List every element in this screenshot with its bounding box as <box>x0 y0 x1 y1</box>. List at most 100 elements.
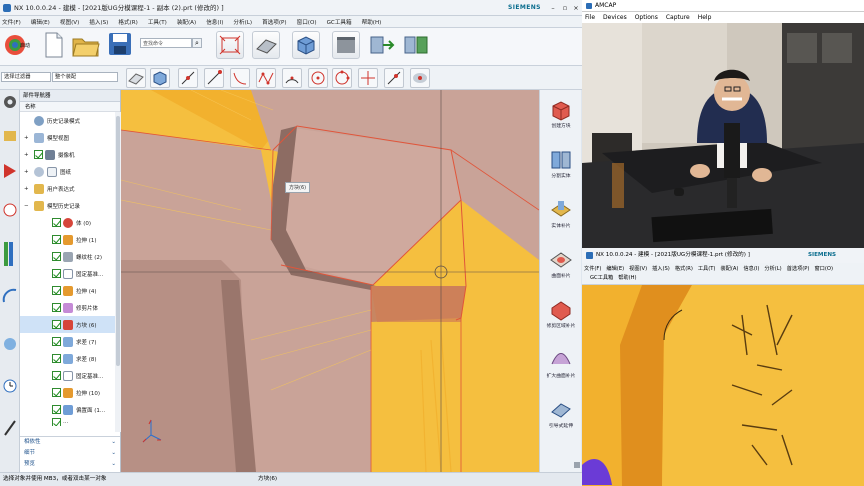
create-block-button[interactable]: 创建方块 <box>542 98 580 130</box>
menu-view[interactable]: 视图(V) <box>60 18 79 26</box>
feature-row[interactable]: 固定基准... <box>20 265 115 282</box>
tree-node-history-mode[interactable]: 历史记录模式 <box>20 112 115 129</box>
feature-row[interactable]: 拉伸 (1) <box>20 231 115 248</box>
clock-icon[interactable] <box>2 376 18 396</box>
feature-row[interactable]: 固定基准... <box>20 367 115 384</box>
expand-plus-icon[interactable]: + <box>24 169 34 175</box>
nx2-menu-help[interactable]: 帮助(H) <box>618 274 636 281</box>
web-browser-icon[interactable] <box>2 286 18 306</box>
point-on-face-snap-icon[interactable] <box>410 68 430 88</box>
feature-checkbox[interactable] <box>52 337 61 346</box>
feature-checkbox[interactable] <box>52 320 61 329</box>
nx2-menu-format[interactable]: 格式(R) <box>675 265 693 272</box>
column-header-name[interactable]: 名称 <box>20 102 120 112</box>
menu-file[interactable]: 文件(F) <box>2 18 21 26</box>
feature-checkbox[interactable] <box>52 405 61 414</box>
solid-patch-button[interactable]: 实体补片 <box>542 198 580 230</box>
menu-assembly[interactable]: 装配(A) <box>177 18 196 26</box>
expand-plus-icon[interactable]: + <box>24 152 34 158</box>
menu-info[interactable]: 信息(I) <box>206 18 223 26</box>
quadrant-snap-icon[interactable] <box>332 68 352 88</box>
nx2-menu-info[interactable]: 信息(I) <box>743 265 759 272</box>
amcap-menu-file[interactable]: File <box>585 14 595 21</box>
section-preview[interactable]: 预览 ⌄ <box>20 459 120 470</box>
nx2-menu-insert[interactable]: 插入(S) <box>652 265 670 272</box>
spline-snap-icon[interactable] <box>256 68 276 88</box>
search-icon[interactable]: ⌕ <box>192 38 202 48</box>
menu-format[interactable]: 格式(R) <box>118 18 137 26</box>
nx2-menu-preferences[interactable]: 首选项(P) <box>787 265 810 272</box>
feature-row[interactable]: ... <box>20 418 115 426</box>
feature-row[interactable]: 拉伸 (10) <box>20 384 115 401</box>
enlarge-surface-patch-button[interactable]: 扩大曲面补片 <box>542 348 580 380</box>
part-navigator-icon[interactable] <box>2 202 18 218</box>
tree-node-user-expressions[interactable]: + 用户表达式 <box>20 180 115 197</box>
nx2-menu-window[interactable]: 窗口(O) <box>814 265 833 272</box>
feature-row[interactable]: 体 (0) <box>20 214 115 231</box>
nx2-menu-view[interactable]: 视图(V) <box>629 265 647 272</box>
tree-node-model-history[interactable]: − 模型历史记录 <box>20 197 115 214</box>
history-icon[interactable] <box>2 334 18 354</box>
fit-view-icon[interactable] <box>216 31 244 59</box>
assembly-navigator-icon[interactable] <box>2 128 18 144</box>
nx2-viewport[interactable] <box>582 285 864 486</box>
feature-checkbox[interactable] <box>52 354 61 363</box>
new-file-icon[interactable] <box>44 32 64 58</box>
move-object-icon[interactable] <box>368 31 396 59</box>
background-icon[interactable] <box>332 31 360 59</box>
feature-checkbox[interactable] <box>52 371 61 380</box>
settings-gear-icon[interactable] <box>2 94 18 110</box>
menu-tools[interactable]: 工具(T) <box>148 18 167 26</box>
collapse-minus-icon[interactable]: − <box>24 203 34 209</box>
curve-snap-icon[interactable] <box>230 68 250 88</box>
mirror-geometry-icon[interactable] <box>402 31 430 59</box>
nx2-menu-analysis[interactable]: 分析(L) <box>764 265 781 272</box>
feature-row[interactable]: 求差 (7) <box>20 333 115 350</box>
open-folder-icon[interactable] <box>72 32 100 58</box>
menu-preferences[interactable]: 首选项(P) <box>262 18 287 26</box>
feature-checkbox[interactable] <box>52 303 61 312</box>
system-materials-icon[interactable] <box>2 418 18 438</box>
expand-plus-icon[interactable]: + <box>24 186 34 192</box>
nx2-menu-tools[interactable]: 工具(T) <box>698 265 716 272</box>
render-style-icon[interactable] <box>252 31 280 59</box>
endpoint-snap-icon[interactable] <box>204 68 224 88</box>
intersection-snap-icon[interactable] <box>358 68 378 88</box>
selection-filter-dropdown[interactable]: 选择过滤器 <box>1 72 51 82</box>
menu-help[interactable]: 帮助(H) <box>362 18 382 26</box>
feature-checkbox[interactable] <box>52 269 61 278</box>
nx2-menu-assembly[interactable]: 装配(A) <box>720 265 738 272</box>
feature-checkbox[interactable] <box>52 418 61 426</box>
menu-edit[interactable]: 编辑(E) <box>31 18 50 26</box>
menu-window[interactable]: 窗口(O) <box>297 18 317 26</box>
restore-button[interactable]: ▫ <box>560 0 570 16</box>
body-filter-icon[interactable] <box>150 68 170 88</box>
visibility-checkbox[interactable] <box>34 150 43 159</box>
feature-row[interactable]: 偏置面 (1... <box>20 401 115 418</box>
minimize-button[interactable]: – <box>548 0 558 16</box>
feature-checkbox[interactable] <box>52 235 61 244</box>
feature-row[interactable]: 拉伸 (4) <box>20 282 115 299</box>
arc-snap-icon[interactable] <box>282 68 302 88</box>
center-snap-icon[interactable] <box>308 68 328 88</box>
feature-row-selected[interactable]: 方块 (6) <box>20 316 115 333</box>
feature-checkbox[interactable] <box>52 286 61 295</box>
point-on-curve-snap-icon[interactable] <box>384 68 404 88</box>
tree-node-model-views[interactable]: + 模型视图 <box>20 129 115 146</box>
feature-row[interactable]: 螺纹柱 (2) <box>20 248 115 265</box>
feature-checkbox[interactable] <box>52 388 61 397</box>
feature-row[interactable]: 修剪片体 <box>20 299 115 316</box>
menu-insert[interactable]: 插入(S) <box>89 18 108 26</box>
constraint-navigator-icon[interactable] <box>2 162 18 180</box>
feature-checkbox[interactable] <box>52 252 61 261</box>
menu-analysis[interactable]: 分析(L) <box>233 18 252 26</box>
split-body-button[interactable]: 分割实体 <box>542 148 580 180</box>
trim-region-patch-button[interactable]: 修剪区域补片 <box>542 298 580 330</box>
section-details[interactable]: 细节 ⌄ <box>20 448 120 459</box>
menu-gc-toolbox[interactable]: GC工具箱 <box>327 18 352 26</box>
feature-row[interactable]: 求差 (8) <box>20 350 115 367</box>
nx2-menu-file[interactable]: 文件(F) <box>584 265 601 272</box>
amcap-menu-devices[interactable]: Devices <box>603 14 627 21</box>
amcap-menu-help[interactable]: Help <box>698 14 712 21</box>
feature-checkbox[interactable] <box>52 218 61 227</box>
